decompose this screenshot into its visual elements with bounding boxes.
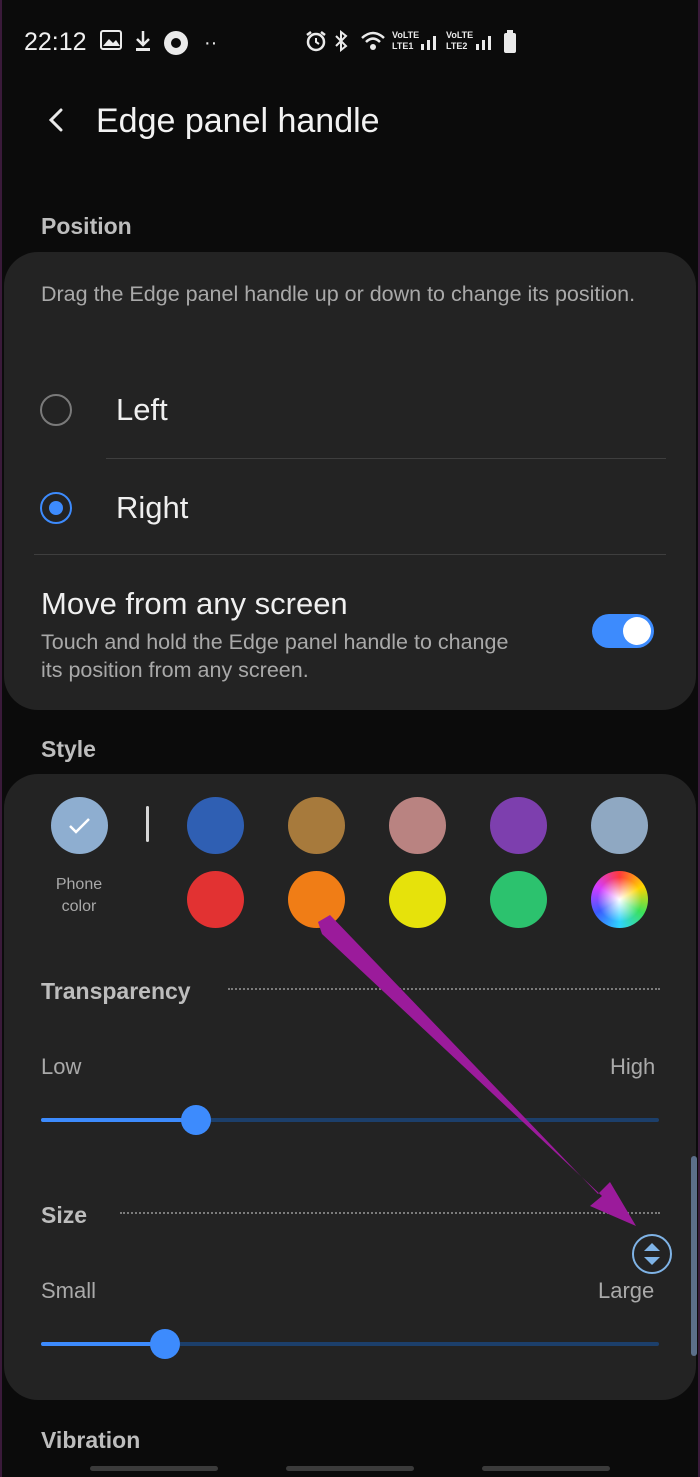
nav-bar-hint — [286, 1466, 414, 1471]
nav-bar-hint — [90, 1466, 218, 1471]
section-label-vibration: Vibration — [41, 1427, 141, 1453]
annotation-arrow — [318, 915, 636, 1226]
nav-bar-hint — [482, 1466, 610, 1471]
scrollbar[interactable] — [691, 1156, 697, 1356]
